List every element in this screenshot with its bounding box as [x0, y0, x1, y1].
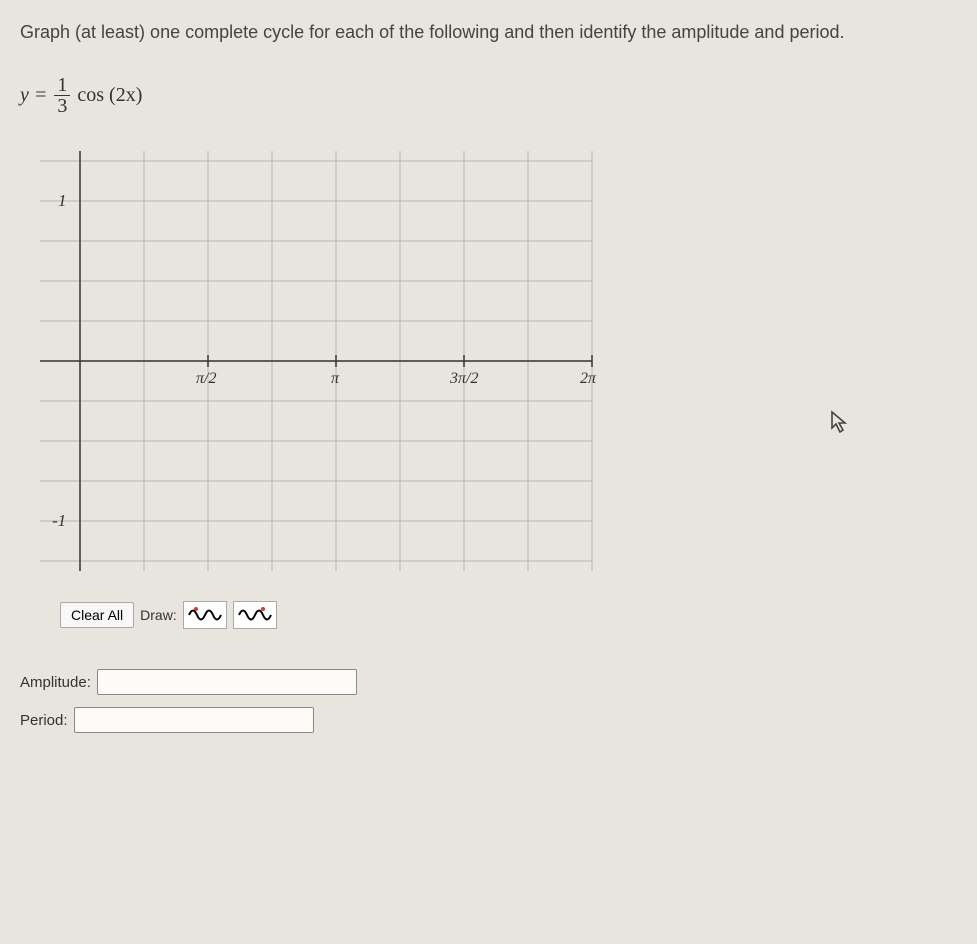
draw-tool-wave-1[interactable] [183, 601, 227, 629]
draw-tool-wave-2[interactable] [233, 601, 277, 629]
x-tick-label: 3π/2 [449, 370, 478, 387]
draw-label: Draw: [140, 607, 177, 623]
y-tick-label: -1 [52, 511, 66, 530]
x-tick-label: 2π [580, 370, 597, 387]
graph-controls: Clear All Draw: [60, 601, 957, 629]
x-tick-label: π/2 [196, 370, 216, 387]
equation-fraction: 1 3 [54, 75, 70, 116]
amplitude-field[interactable] [97, 669, 357, 695]
period-label: Period: [20, 712, 68, 729]
wave-icon [188, 604, 222, 626]
equation: y = 1 3 cos (2x) [20, 75, 957, 116]
equation-rhs: cos (2x) [77, 84, 142, 107]
fraction-denominator: 3 [54, 96, 70, 116]
fraction-numerator: 1 [54, 75, 70, 96]
graph-canvas[interactable]: 1 -1 π/2 π 3π/2 2π [20, 141, 600, 581]
amplitude-label: Amplitude: [20, 674, 91, 691]
wave-icon [238, 604, 272, 626]
cursor-icon [830, 410, 850, 439]
answers-section: Amplitude: Period: [20, 669, 957, 733]
x-tick-label: π [331, 370, 340, 387]
clear-all-button[interactable]: Clear All [60, 602, 134, 628]
problem-instructions: Graph (at least) one complete cycle for … [20, 20, 957, 45]
period-field[interactable] [74, 707, 314, 733]
equation-lhs: y = [20, 84, 47, 107]
y-tick-label: 1 [58, 191, 67, 210]
